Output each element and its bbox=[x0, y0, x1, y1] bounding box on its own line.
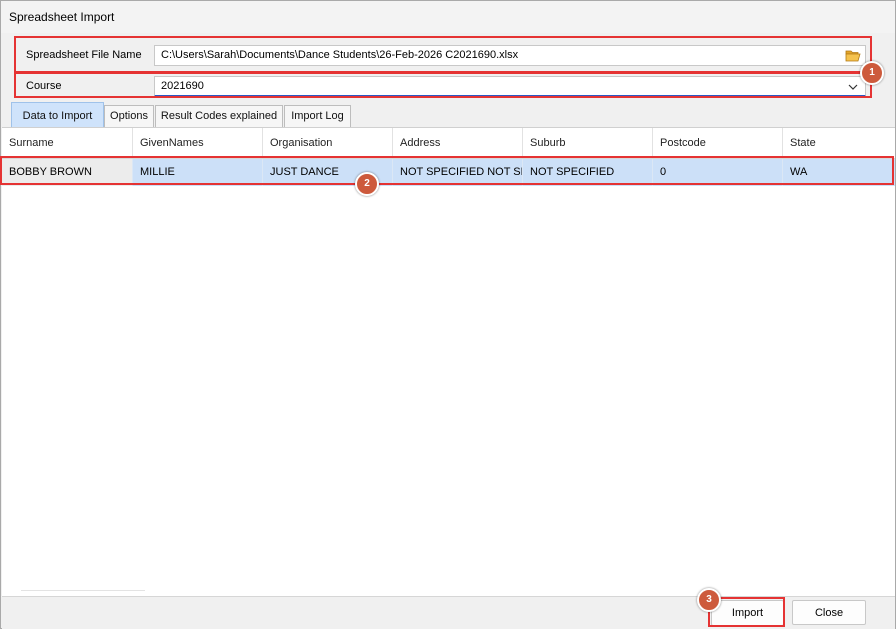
column-header-postcode[interactable]: Postcode bbox=[653, 128, 783, 158]
course-value: 2021690 bbox=[161, 80, 204, 92]
column-header-address[interactable]: Address bbox=[393, 128, 523, 158]
course-select[interactable]: 2021690 bbox=[154, 76, 866, 97]
table-row[interactable]: BOBBY BROWN MILLIE JUST DANCE NOT SPECIF… bbox=[2, 159, 895, 186]
grid-header: Surname GivenNames Organisation Address … bbox=[2, 128, 895, 159]
column-header-suburb[interactable]: Suburb bbox=[523, 128, 653, 158]
folder-open-icon[interactable] bbox=[843, 46, 863, 65]
cell-address[interactable]: NOT SPECIFIED NOT SPE bbox=[393, 159, 523, 186]
callout-badge-1: 1 bbox=[860, 61, 884, 85]
course-label: Course bbox=[26, 80, 62, 92]
title-bar: Spreadsheet Import bbox=[1, 1, 895, 33]
tab-options[interactable]: Options bbox=[104, 105, 154, 127]
tab-import-log[interactable]: Import Log bbox=[284, 105, 351, 127]
tab-result-codes-explained[interactable]: Result Codes explained bbox=[155, 105, 283, 127]
spreadsheet-import-window: Spreadsheet Import Spreadsheet File Name… bbox=[0, 0, 896, 629]
cell-givennames[interactable]: MILLIE bbox=[133, 159, 263, 186]
column-header-givennames[interactable]: GivenNames bbox=[133, 128, 263, 158]
cell-suburb[interactable]: NOT SPECIFIED bbox=[523, 159, 653, 186]
tab-data-to-import[interactable]: Data to Import bbox=[11, 102, 104, 128]
file-name-label: Spreadsheet File Name bbox=[26, 49, 142, 61]
file-name-value: C:\Users\Sarah\Documents\Dance Students\… bbox=[161, 49, 519, 61]
import-button[interactable]: Import bbox=[711, 600, 784, 626]
cell-postcode[interactable]: 0 bbox=[653, 159, 783, 186]
divider bbox=[21, 590, 145, 591]
chevron-down-icon[interactable] bbox=[845, 77, 861, 96]
callout-badge-3: 3 bbox=[697, 588, 721, 612]
cell-state[interactable]: WA bbox=[783, 159, 895, 186]
callout-badge-2: 2 bbox=[355, 172, 379, 196]
column-header-state[interactable]: State bbox=[783, 128, 895, 158]
cell-surname[interactable]: BOBBY BROWN bbox=[2, 159, 133, 186]
column-header-organisation[interactable]: Organisation bbox=[263, 128, 393, 158]
close-button[interactable]: Close bbox=[792, 600, 866, 625]
data-grid[interactable]: Surname GivenNames Organisation Address … bbox=[2, 127, 895, 596]
window-title: Spreadsheet Import bbox=[9, 10, 115, 24]
file-name-input[interactable]: C:\Users\Sarah\Documents\Dance Students\… bbox=[154, 45, 866, 66]
column-header-surname[interactable]: Surname bbox=[2, 128, 133, 158]
